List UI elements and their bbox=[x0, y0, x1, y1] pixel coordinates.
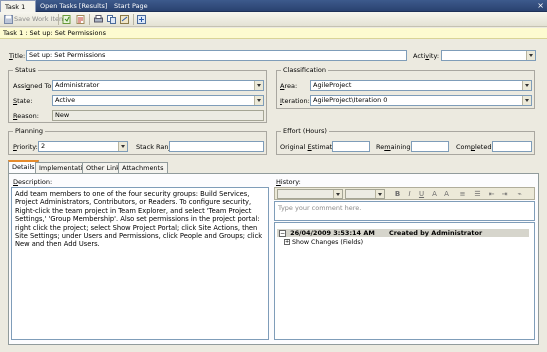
tab-attachments[interactable]: Attachments bbox=[118, 162, 168, 173]
indent-icon[interactable]: ⇥ bbox=[500, 190, 509, 199]
chevron-down-icon[interactable] bbox=[118, 142, 127, 151]
completed-field[interactable] bbox=[492, 141, 532, 152]
tab-details[interactable]: Details bbox=[8, 160, 39, 173]
reason-field: New bbox=[52, 110, 264, 121]
priority-label: Priority: bbox=[13, 143, 38, 151]
history-label: History: bbox=[276, 178, 301, 186]
bold-icon[interactable]: B bbox=[393, 190, 402, 199]
link-icon[interactable] bbox=[119, 14, 130, 25]
status-group-title: Status bbox=[13, 66, 38, 75]
history-comment-input[interactable]: Type your comment here. bbox=[274, 201, 535, 221]
collapse-icon[interactable]: − bbox=[279, 229, 286, 237]
activity-label: Activity: bbox=[413, 52, 440, 60]
refresh-icon[interactable] bbox=[61, 14, 72, 25]
description-label: Description: bbox=[13, 178, 53, 186]
font-size-select[interactable] bbox=[345, 189, 385, 199]
state-select[interactable]: Active bbox=[52, 95, 264, 106]
history-entry-date: 26/04/2009 3:53:14 AM bbox=[290, 229, 375, 237]
font-name-select[interactable] bbox=[277, 189, 343, 199]
history-format-toolbar: B I U A A ≡ ☰ ⇤ ⇥ ⌁ bbox=[274, 187, 535, 200]
insert-link-icon[interactable]: ⌁ bbox=[515, 190, 524, 199]
print-icon[interactable] bbox=[93, 14, 104, 25]
chevron-down-icon[interactable] bbox=[526, 51, 535, 60]
save-icon[interactable] bbox=[3, 14, 14, 25]
effort-group-title: Effort (Hours) bbox=[281, 127, 329, 136]
priority-select[interactable]: 2 bbox=[38, 141, 128, 152]
title-label: Title: bbox=[9, 52, 26, 60]
chevron-down-icon[interactable] bbox=[254, 81, 263, 90]
doc-tab-task1[interactable]: Task 1 bbox=[0, 0, 36, 12]
area-select[interactable]: AgileProject bbox=[310, 80, 532, 91]
document-tab-strip: Task 1 Open Tasks [Results] Start Page × bbox=[0, 0, 547, 12]
chevron-down-icon[interactable] bbox=[254, 96, 263, 105]
close-icon[interactable]: × bbox=[537, 0, 544, 12]
description-textarea[interactable]: Add team members to one of the four secu… bbox=[11, 187, 269, 340]
copy-icon[interactable] bbox=[106, 14, 117, 25]
state-label: State: bbox=[13, 97, 33, 105]
chevron-down-icon[interactable] bbox=[375, 190, 384, 198]
history-entry-header: − 26/04/2009 3:53:14 AM Created by Admin… bbox=[277, 229, 529, 237]
italic-icon[interactable]: I bbox=[405, 190, 414, 199]
stack-rank-field[interactable] bbox=[169, 141, 264, 152]
chevron-down-icon[interactable] bbox=[522, 81, 531, 90]
chevron-down-icon[interactable] bbox=[522, 96, 531, 105]
history-entry-author: Created by Administrator bbox=[388, 229, 483, 237]
underline-icon[interactable]: U bbox=[417, 190, 426, 199]
remaining-field[interactable] bbox=[411, 141, 449, 152]
expand-icon[interactable]: + bbox=[284, 239, 290, 245]
new-linked-item-icon[interactable] bbox=[136, 14, 147, 25]
show-changes-link[interactable]: + Show Changes (Fields) bbox=[284, 239, 363, 246]
planning-group-title: Planning bbox=[13, 127, 45, 136]
remaining-label: Remaining: bbox=[376, 143, 413, 151]
bullets-icon[interactable]: ☰ bbox=[473, 190, 482, 199]
classification-group-title: Classification bbox=[281, 66, 329, 75]
doc-tab-start-page[interactable]: Start Page bbox=[110, 0, 152, 12]
iteration-select[interactable]: AgileProject\Iteration 0 bbox=[310, 95, 532, 106]
chevron-down-icon[interactable] bbox=[333, 190, 342, 198]
doc-tab-open-tasks[interactable]: Open Tasks [Results] bbox=[36, 0, 111, 12]
font-color-icon[interactable]: A bbox=[442, 190, 451, 199]
original-estimate-field[interactable] bbox=[332, 141, 370, 152]
work-item-header: Task 1 : Set up: Set Permissions bbox=[0, 28, 547, 39]
align-icon[interactable]: ≡ bbox=[458, 190, 467, 199]
completed-label: Completed: bbox=[456, 143, 494, 151]
highlight-icon[interactable]: A bbox=[430, 190, 439, 199]
outdent-icon[interactable]: ⇤ bbox=[487, 190, 496, 199]
undo-icon[interactable] bbox=[75, 14, 86, 25]
original-estimate-label: Original Estimate: bbox=[280, 143, 339, 151]
reason-label: Reason: bbox=[13, 112, 39, 120]
description-text: Add team members to one of the four secu… bbox=[15, 190, 263, 249]
assigned-to-select[interactable]: Administrator bbox=[52, 80, 264, 91]
activity-select[interactable] bbox=[441, 50, 536, 61]
assigned-to-label: Assigned To: bbox=[13, 82, 54, 90]
title-field[interactable]: Set up: Set Permissions bbox=[26, 50, 407, 61]
area-label: Area: bbox=[280, 82, 298, 90]
toolbar: Save Work Item bbox=[0, 12, 547, 27]
iteration-label: Iteration: bbox=[280, 97, 310, 105]
